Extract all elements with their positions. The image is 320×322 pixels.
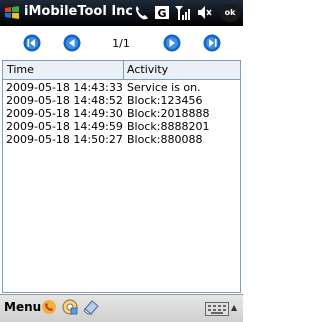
page-navigation: 1/1 xyxy=(0,26,243,60)
volume-mute-icon[interactable] xyxy=(196,4,212,21)
table-row[interactable]: 2009-05-18 14:49:59 Block:8888201 xyxy=(3,120,240,133)
cell-time: 2009-05-18 14:50:27 xyxy=(6,133,123,146)
table-row[interactable]: 2009-05-18 14:43:33 Service is on. xyxy=(3,81,240,94)
ok-button[interactable]: ok xyxy=(220,4,240,22)
cell-activity: Block:8888201 xyxy=(127,120,210,133)
column-header-time[interactable]: Time xyxy=(7,63,34,76)
next-page-icon[interactable] xyxy=(163,34,181,52)
eraser-icon[interactable] xyxy=(82,298,100,316)
windows-start-icon[interactable] xyxy=(3,4,21,22)
cell-time: 2009-05-18 14:49:30 xyxy=(6,107,123,120)
cell-time: 2009-05-18 14:48:52 xyxy=(6,94,123,107)
cell-time: 2009-05-18 14:49:59 xyxy=(6,120,123,133)
table-row[interactable]: 2009-05-18 14:49:30 Block:2018888 xyxy=(3,107,240,120)
previous-page-icon[interactable] xyxy=(63,34,81,52)
activity-log-table[interactable]: Time Activity 2009-05-18 14:43:33 Servic… xyxy=(2,60,241,293)
column-divider[interactable] xyxy=(123,61,124,79)
column-header-activity[interactable]: Activity xyxy=(127,63,168,76)
phone-call-icon[interactable] xyxy=(134,4,150,21)
cell-activity: Block:123456 xyxy=(127,94,203,107)
keyboard-icon[interactable] xyxy=(205,302,229,316)
table-header: Time Activity xyxy=(3,61,240,80)
gprs-icon[interactable]: G xyxy=(154,4,170,21)
cell-activity: Block:880088 xyxy=(127,133,203,146)
menu-softkey[interactable]: Menu xyxy=(4,300,41,314)
settings-tool-icon[interactable] xyxy=(61,298,79,316)
cell-activity: Block:2018888 xyxy=(127,107,210,120)
table-row[interactable]: 2009-05-18 14:48:52 Block:123456 xyxy=(3,94,240,107)
cell-activity: Service is on. xyxy=(127,81,201,94)
table-row[interactable]: 2009-05-18 14:50:27 Block:880088 xyxy=(3,133,240,146)
phone-tool-icon[interactable] xyxy=(40,298,58,316)
last-page-icon[interactable] xyxy=(203,34,221,52)
soft-key-bar: Menu ▲ xyxy=(0,294,243,322)
window-title: iMobileTool Incon xyxy=(24,4,132,19)
page-indicator: 1/1 xyxy=(112,37,130,50)
input-selector-arrow-icon[interactable]: ▲ xyxy=(231,303,237,312)
title-bar: iMobileTool Incon G ok xyxy=(0,0,243,26)
first-page-icon[interactable] xyxy=(23,34,41,52)
svg-text:G: G xyxy=(157,7,166,20)
signal-strength-icon[interactable] xyxy=(174,4,190,21)
cell-time: 2009-05-18 14:43:33 xyxy=(6,81,123,94)
